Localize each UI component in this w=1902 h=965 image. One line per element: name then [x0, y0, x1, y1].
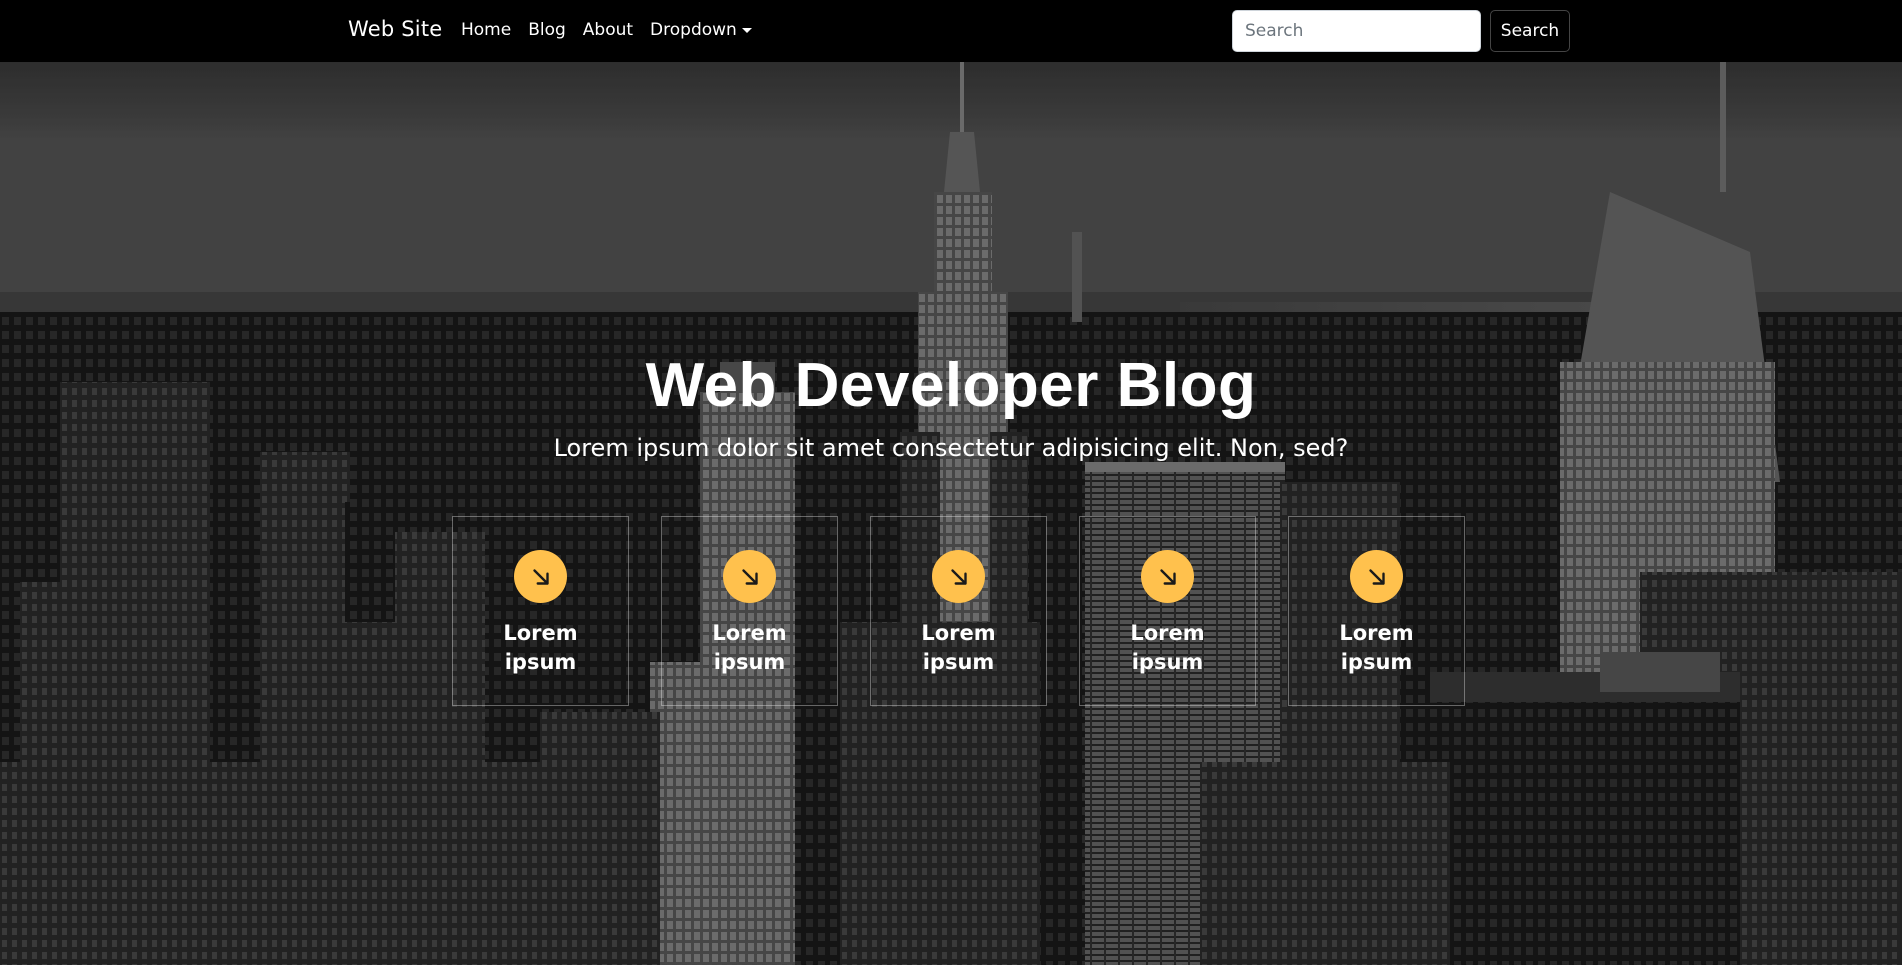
- feature-label: Lorem ipsum: [921, 621, 996, 674]
- nav-link-home-label: Home: [461, 20, 512, 40]
- arrow-down-right-icon: [723, 550, 776, 603]
- nav-dropdown-toggle[interactable]: Dropdown: [650, 20, 752, 40]
- feature-card[interactable]: Lorem ipsum: [1079, 516, 1256, 706]
- nav-link-about-label: About: [582, 20, 634, 40]
- search-button[interactable]: Search: [1490, 10, 1570, 52]
- hero-subtitle: Lorem ipsum dolor sit amet consectetur a…: [553, 434, 1349, 462]
- hero-overlay: [0, 62, 1902, 965]
- feature-card[interactable]: Lorem ipsum: [452, 516, 629, 706]
- nav-link-about[interactable]: About: [583, 20, 633, 40]
- caret-down-icon: [741, 27, 752, 33]
- arrow-down-right-icon: [514, 550, 567, 603]
- feature-label: Lorem ipsum: [1339, 621, 1414, 674]
- nav-links: Home Blog About Dropdown: [461, 20, 769, 40]
- nav-dropdown-label: Dropdown: [650, 20, 737, 40]
- nav-link-blog-label: Blog: [528, 20, 566, 40]
- feature-grid: Lorem ipsum Lorem ipsum Lorem ipsum Lore…: [452, 516, 1465, 706]
- feature-label: Lorem ipsum: [712, 621, 787, 674]
- arrow-down-right-icon: [932, 550, 985, 603]
- feature-card[interactable]: Lorem ipsum: [661, 516, 838, 706]
- navbar: Web Site Home Blog About Dropdown Search: [0, 0, 1902, 62]
- nav-link-home[interactable]: Home: [461, 20, 511, 40]
- search-input[interactable]: [1232, 10, 1481, 52]
- feature-label: Lorem ipsum: [1130, 621, 1205, 674]
- brand-link[interactable]: Web Site: [348, 17, 442, 41]
- feature-card[interactable]: Lorem ipsum: [870, 516, 1047, 706]
- hero-section: Web Developer Blog Lorem ipsum dolor sit…: [0, 62, 1902, 965]
- feature-card[interactable]: Lorem ipsum: [1288, 516, 1465, 706]
- page-title: Web Developer Blog: [645, 351, 1257, 420]
- nav-link-blog[interactable]: Blog: [528, 20, 566, 40]
- arrow-down-right-icon: [1350, 550, 1403, 603]
- feature-label: Lorem ipsum: [503, 621, 578, 674]
- page: Web Site Home Blog About Dropdown Search: [0, 0, 1902, 965]
- arrow-down-right-icon: [1141, 550, 1194, 603]
